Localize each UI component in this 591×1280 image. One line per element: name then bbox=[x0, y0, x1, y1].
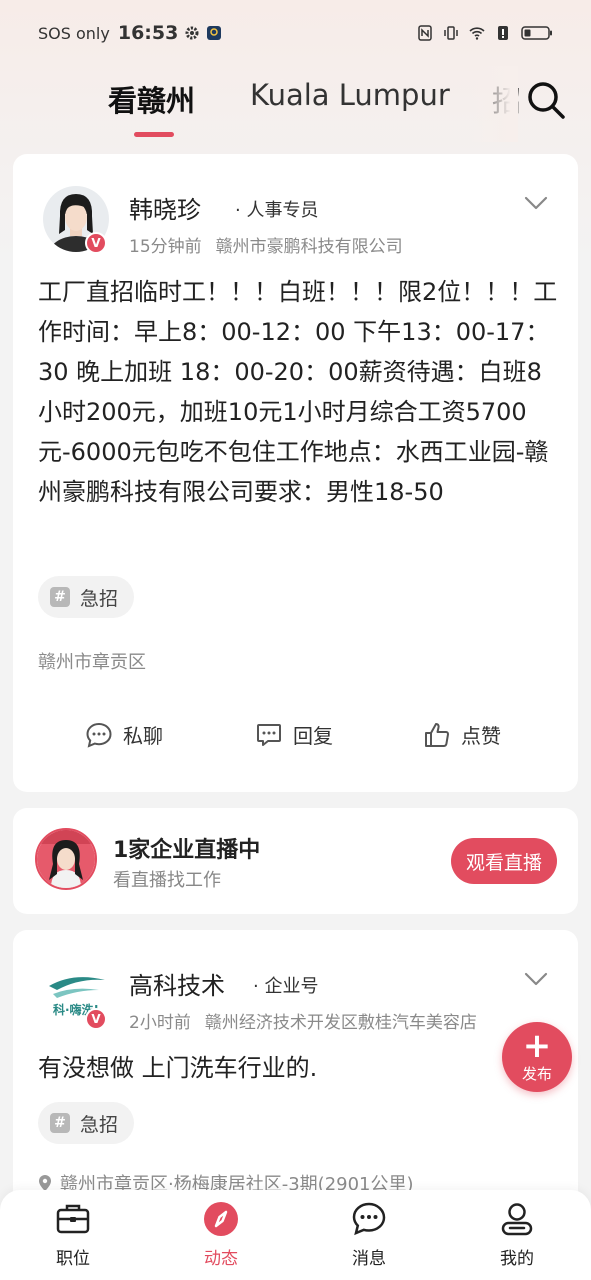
verified-badge: V bbox=[85, 1008, 107, 1030]
nav-label: 我的 bbox=[500, 1249, 534, 1269]
comment-icon bbox=[257, 723, 281, 746]
post-time: 2小时前 bbox=[129, 1013, 191, 1033]
hashtag-icon: # bbox=[50, 1113, 70, 1133]
tag-chip[interactable]: # 急招 bbox=[38, 1102, 135, 1144]
top-tab-bar: 看赣州 Kuala Lumpur 招 bbox=[0, 66, 591, 142]
chat-bubble-icon bbox=[86, 722, 112, 748]
publish-button[interactable]: + 发布 bbox=[502, 1022, 572, 1092]
watch-live-button[interactable]: 观看直播 bbox=[451, 838, 557, 884]
live-title: 1家企业直播中 bbox=[113, 838, 261, 863]
post-body[interactable]: 工厂直招临时工！！！白班！！！限2位！！！工作时间：早上8：00-12：00 下… bbox=[38, 272, 558, 512]
tab-kuala-lumpur[interactable]: Kuala Lumpur bbox=[250, 78, 450, 112]
chevron-down-icon[interactable] bbox=[524, 196, 548, 210]
nav-item-profile[interactable]: 我的 bbox=[472, 1200, 562, 1269]
thumbs-up-icon bbox=[425, 722, 449, 747]
hashtag-icon: # bbox=[50, 587, 70, 607]
nav-label: 职位 bbox=[56, 1249, 90, 1269]
battery-icon bbox=[521, 26, 552, 40]
private-chat-button[interactable]: 私聊 bbox=[85, 720, 163, 749]
vibrate-icon bbox=[444, 26, 458, 40]
post-card[interactable]: V 韩晓珍 · 人事专员 15分钟前 赣州市豪鹏科技有限公司 工厂直招临时工！！！… bbox=[13, 154, 578, 792]
plus-icon: + bbox=[522, 1025, 552, 1066]
private-chat-label: 私聊 bbox=[123, 724, 163, 748]
nfc-icon bbox=[418, 25, 432, 41]
active-tab-indicator bbox=[134, 132, 174, 137]
nav-label: 消息 bbox=[352, 1249, 386, 1269]
person-icon bbox=[501, 1203, 533, 1236]
verified-badge: V bbox=[85, 232, 107, 254]
tag-label: 急招 bbox=[80, 1113, 119, 1136]
publish-label: 发布 bbox=[521, 1064, 552, 1083]
chat-bubble-icon bbox=[352, 1202, 386, 1236]
tab-overflow-fade bbox=[470, 66, 518, 142]
post-meta: 2小时前 赣州经济技术开发区敷桂汽车美容店 bbox=[129, 1008, 477, 1033]
wifi-icon bbox=[469, 27, 485, 40]
chevron-down-icon[interactable] bbox=[524, 972, 548, 986]
alert-icon bbox=[498, 26, 508, 40]
company-name[interactable]: 赣州经济技术开发区敷桂汽车美容店 bbox=[205, 1013, 477, 1033]
compass-icon bbox=[204, 1202, 238, 1236]
like-label: 点赞 bbox=[461, 724, 501, 748]
app-notification-icon bbox=[207, 26, 222, 40]
nav-item-messages[interactable]: 消息 bbox=[324, 1200, 414, 1269]
post-body[interactable]: 有没想做 上门洗车行业的. bbox=[38, 1048, 558, 1088]
author-name[interactable]: 高科技术 bbox=[129, 966, 225, 1001]
live-subtitle: 看直播找工作 bbox=[113, 870, 221, 891]
live-stream-banner[interactable]: 1家企业直播中 看直播找工作 观看直播 bbox=[13, 808, 578, 914]
nav-item-jobs[interactable]: 职位 bbox=[28, 1200, 118, 1269]
clock: 16:53 bbox=[117, 22, 179, 44]
post-meta: 15分钟前 赣州市豪鹏科技有限公司 bbox=[129, 232, 403, 257]
tag-label: 急招 bbox=[80, 587, 119, 610]
author-role: · 人事专员 bbox=[235, 200, 319, 221]
carrier-text: SOS only bbox=[38, 23, 110, 43]
tag-chip[interactable]: # 急招 bbox=[38, 576, 135, 618]
live-avatar[interactable] bbox=[35, 828, 97, 890]
live-portrait bbox=[37, 830, 95, 888]
nav-item-feed[interactable]: 动态 bbox=[176, 1200, 266, 1269]
post-location: 赣州市章贡区 bbox=[38, 652, 146, 673]
gear-icon bbox=[185, 26, 199, 40]
tab-ganzhou[interactable]: 看赣州 bbox=[108, 78, 195, 120]
briefcase-icon bbox=[56, 1204, 90, 1234]
nav-label: 动态 bbox=[204, 1249, 238, 1269]
author-role: · 企业号 bbox=[253, 976, 319, 997]
reply-button[interactable]: 回复 bbox=[255, 720, 333, 749]
bottom-nav: 职位 动态 消息 我的 bbox=[0, 1190, 591, 1280]
company-name[interactable]: 赣州市豪鹏科技有限公司 bbox=[216, 237, 403, 257]
post-actions: 私聊 回复 点赞 bbox=[13, 720, 578, 764]
search-icon[interactable] bbox=[524, 78, 568, 122]
author-name[interactable]: 韩晓珍 bbox=[129, 190, 201, 225]
reply-label: 回复 bbox=[293, 724, 333, 748]
like-button[interactable]: 点赞 bbox=[423, 720, 501, 749]
post-time: 15分钟前 bbox=[129, 237, 202, 257]
status-bar: SOS only 16:53 bbox=[0, 0, 591, 66]
